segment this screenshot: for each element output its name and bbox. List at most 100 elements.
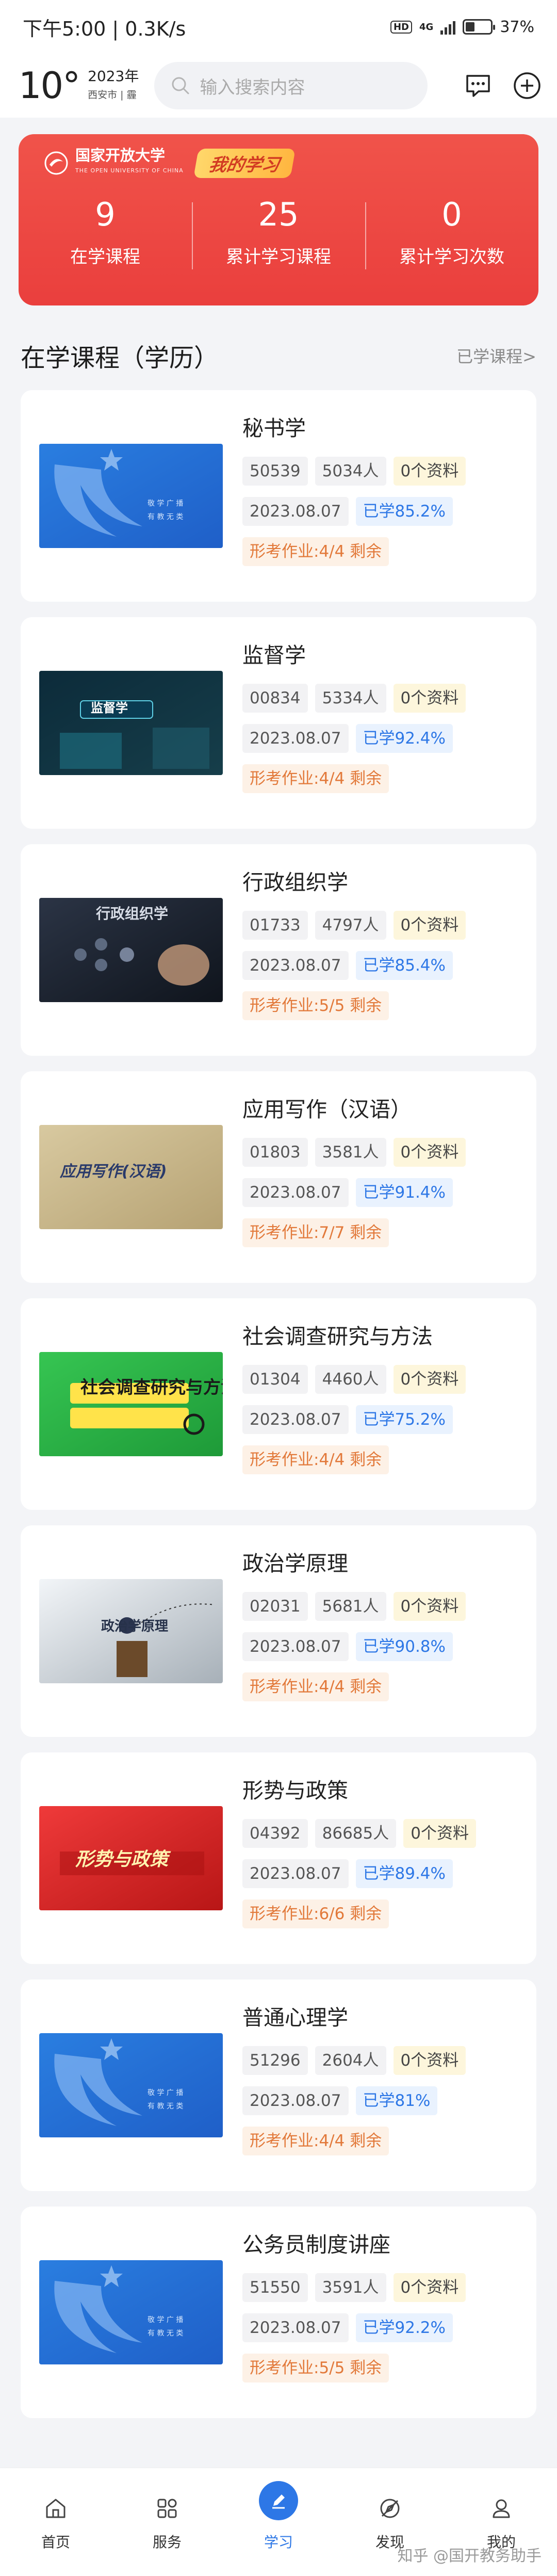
enrolled-count: 5334人 <box>315 684 386 713</box>
course-date: 2023.08.07 <box>242 497 349 526</box>
enrolled-count: 2604人 <box>315 2046 386 2075</box>
enrolled-count: 3581人 <box>315 1138 386 1167</box>
weather-info: 2023年 西安市 | 霾 <box>88 68 139 101</box>
materials-count[interactable]: 0个资料 <box>403 1819 476 1848</box>
homework-badge[interactable]: 形考作业:4/4 剩余 <box>242 537 389 566</box>
course-meta-row: 02031 5681人 0个资料 <box>242 1592 518 1621</box>
course-date: 2023.08.07 <box>242 951 349 980</box>
course-meta-row: 01304 4460人 0个资料 <box>242 1365 518 1394</box>
stat-item[interactable]: 9 在学课程 <box>19 194 192 268</box>
progress-badge: 已学91.4% <box>355 1178 453 1207</box>
homework-badge[interactable]: 形考作业:4/4 剩余 <box>242 1672 389 1701</box>
progress-badge: 已学92.4% <box>355 724 453 753</box>
stat-label: 在学课程 <box>70 247 140 267</box>
stat-item[interactable]: 25 累计学习课程 <box>192 194 365 269</box>
materials-count[interactable]: 0个资料 <box>393 2273 466 2302</box>
course-info: 公务员制度讲座 51550 3591人 0个资料 2023.08.07 已学92.2% 形考… <box>242 2231 518 2394</box>
course-title[interactable]: 行政组织学 <box>242 868 518 896</box>
course-thumbnail[interactable]: 监督学 <box>39 671 223 775</box>
course-title[interactable]: 政治学原理 <box>242 1550 518 1577</box>
course-card[interactable]: 应用写作(汉语) 应用写作（汉语） 01803 3581人 0个资料 2023.08.0… <box>21 1071 536 1283</box>
homework-badge[interactable]: 形考作业:6/6 剩余 <box>242 1899 389 1928</box>
course-progress-row: 2023.08.07 已学89.4% <box>242 1859 518 1888</box>
section-header: 在学课程（学历） 已学课程> <box>0 337 557 374</box>
course-thumbnail[interactable]: 应用写作(汉语) <box>39 1125 223 1229</box>
progress-badge: 已学89.4% <box>355 1859 453 1888</box>
materials-count[interactable]: 0个资料 <box>393 911 466 940</box>
course-code: 51296 <box>242 2046 308 2075</box>
course-thumbnail[interactable]: 政治学原理 <box>39 1579 223 1683</box>
materials-count[interactable]: 0个资料 <box>393 1365 466 1394</box>
my-study-tag: 我的学习 <box>193 148 296 178</box>
stat-item[interactable]: 0 累计学习次数 <box>365 194 538 269</box>
stat-number: 25 <box>258 196 299 233</box>
tab-label: 服务 <box>152 2534 182 2551</box>
course-thumbnail[interactable]: 敬 学 广 播 有 教 无 类 <box>39 444 223 548</box>
homework-badge[interactable]: 形考作业:4/4 剩余 <box>242 2127 389 2155</box>
course-meta-row: 51296 2604人 0个资料 <box>242 2046 518 2075</box>
course-code: 01304 <box>242 1365 308 1394</box>
course-progress-row: 2023.08.07 已学92.4% <box>242 724 518 753</box>
enrolled-count: 5034人 <box>315 457 386 486</box>
course-title[interactable]: 普通心理学 <box>242 2004 518 2032</box>
homework-row: 形考作业:7/7 剩余 <box>242 1218 518 1247</box>
tab-home[interactable]: 首页 <box>0 2468 111 2576</box>
university-name: 国家开放大学 <box>75 147 166 164</box>
thumb-title: 行政组织学 <box>95 905 168 922</box>
homework-badge[interactable]: 形考作业:4/4 剩余 <box>242 1445 389 1474</box>
course-title[interactable]: 应用写作（汉语） <box>242 1096 518 1123</box>
course-title[interactable]: 监督学 <box>242 641 518 669</box>
course-title[interactable]: 社会调查研究与方法 <box>242 1323 518 1350</box>
tab-label: 学习 <box>264 2534 293 2551</box>
enrolled-count: 4797人 <box>315 911 386 940</box>
pen-icon <box>259 2477 298 2524</box>
course-card[interactable]: 监督学 监督学 00834 5334人 0个资料 2023.08.07 已学92.4% 形考… <box>21 617 536 829</box>
battery-percent: 37% <box>500 18 534 36</box>
tab-pen[interactable]: 学习 <box>223 2468 334 2576</box>
course-title[interactable]: 公务员制度讲座 <box>242 2231 518 2259</box>
completed-courses-link[interactable]: 已学课程> <box>456 344 536 367</box>
course-card[interactable]: 政治学原理 政治学原理 02031 5681人 0个资料 2023.08.07 已学90.… <box>21 1525 536 1737</box>
course-card[interactable]: 形势与政策 形势与政策 04392 86685人 0个资料 2023.08.07 已学89… <box>21 1752 536 1964</box>
course-date: 2023.08.07 <box>242 2086 349 2115</box>
course-title[interactable]: 秘书学 <box>242 414 518 442</box>
course-thumbnail[interactable]: 行政组织学 <box>39 898 223 1002</box>
materials-count[interactable]: 0个资料 <box>393 2046 466 2075</box>
materials-count[interactable]: 0个资料 <box>393 1592 466 1621</box>
materials-count[interactable]: 0个资料 <box>393 684 466 713</box>
course-thumbnail[interactable]: 社会调查研究与方法 <box>39 1352 223 1456</box>
thumb-title: 形势与政策 <box>75 1849 171 1870</box>
homework-badge[interactable]: 形考作业:5/5 剩余 <box>242 991 389 1020</box>
homework-row: 形考作业:4/4 剩余 <box>242 764 518 793</box>
course-thumbnail[interactable]: 敬 学 广 播 有 教 无 类 <box>39 2260 223 2364</box>
enrolled-count: 5681人 <box>315 1592 386 1621</box>
materials-count[interactable]: 0个资料 <box>393 1138 466 1167</box>
course-card[interactable]: 行政组织学 行政组织学 01733 4797人 0个资料 2023.08.07 已学85.… <box>21 844 536 1056</box>
homework-row: 形考作业:4/4 剩余 <box>242 537 518 566</box>
homework-badge[interactable]: 形考作业:4/4 剩余 <box>242 764 389 793</box>
add-icon[interactable] <box>513 71 542 100</box>
search-input[interactable]: 输入搜索内容 <box>154 62 428 109</box>
course-card[interactable]: 敬 学 广 播 有 教 无 类 普通心理学 51296 2604人 0个资料 2023.… <box>21 1979 536 2191</box>
home-icon <box>44 2493 68 2524</box>
user-icon <box>489 2493 513 2524</box>
temperature: 10° <box>19 65 80 107</box>
course-title[interactable]: 形势与政策 <box>242 1777 518 1805</box>
course-card[interactable]: 敬 学 广 播 有 教 无 类 秘书学 50539 5034人 0个资料 2023.08… <box>21 390 536 602</box>
course-thumbnail[interactable]: 敬 学 广 播 有 教 无 类 <box>39 2033 223 2137</box>
enrolled-count: 86685人 <box>315 1819 397 1848</box>
course-thumbnail[interactable]: 形势与政策 <box>39 1806 223 1910</box>
homework-badge[interactable]: 形考作业:7/7 剩余 <box>242 1218 389 1247</box>
stat-number: 0 <box>441 196 462 233</box>
search-placeholder: 输入搜索内容 <box>200 77 305 98</box>
materials-count[interactable]: 0个资料 <box>393 457 466 486</box>
course-progress-row: 2023.08.07 已学91.4% <box>242 1178 518 1207</box>
course-meta-row: 51550 3591人 0个资料 <box>242 2273 518 2302</box>
message-icon[interactable] <box>464 72 492 100</box>
homework-badge[interactable]: 形考作业:5/5 剩余 <box>242 2354 389 2382</box>
course-card[interactable]: 社会调查研究与方法 社会调查研究与方法 01304 4460人 0个资料 2023.08… <box>21 1298 536 1510</box>
tab-grid[interactable]: 服务 <box>111 2468 223 2576</box>
stat-label: 累计学习次数 <box>399 247 504 267</box>
course-card[interactable]: 敬 学 广 播 有 教 无 类 公务员制度讲座 51550 3591人 0个资料 202… <box>21 2207 536 2418</box>
hd-icon: HD <box>390 20 412 34</box>
